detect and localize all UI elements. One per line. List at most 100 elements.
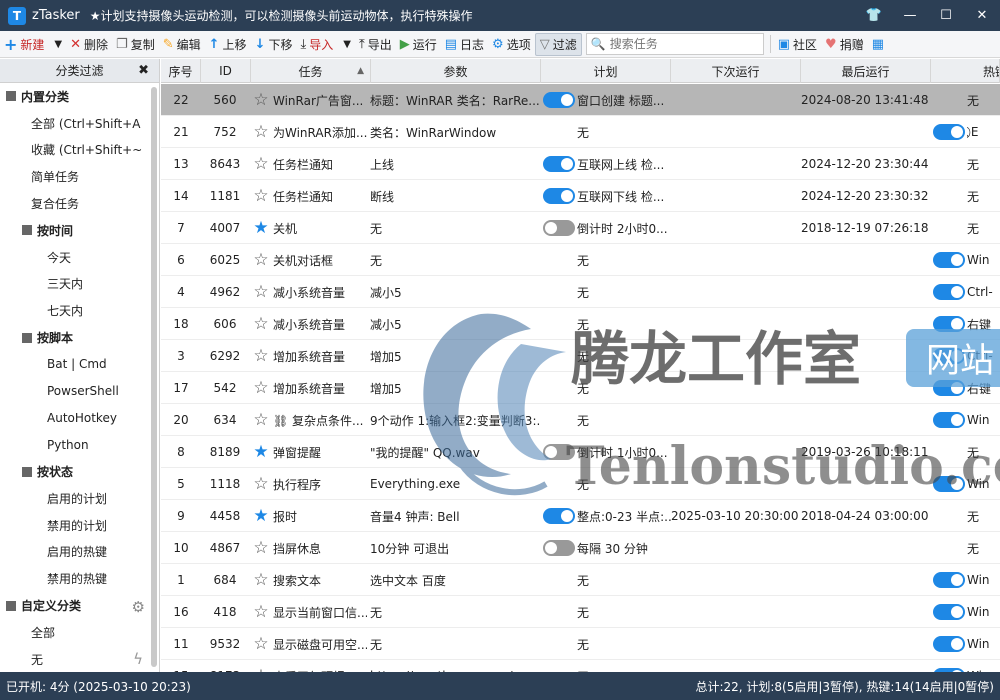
favorite-star-icon[interactable]: ☆ xyxy=(251,180,271,212)
favorite-star-icon[interactable]: ☆ xyxy=(251,308,271,340)
hotkey-toggle-switch[interactable] xyxy=(933,316,965,332)
hotkey-toggle-switch[interactable] xyxy=(933,252,965,268)
favorite-star-icon[interactable]: ☆ xyxy=(251,372,271,404)
hotkey-toggle-switch[interactable] xyxy=(933,476,965,492)
plan-toggle[interactable] xyxy=(541,212,577,244)
sidebar-item[interactable]: 按脚本 xyxy=(0,324,159,351)
table-row[interactable]: 18 606 ☆ 减小系统音量 减小5 无 右键 xyxy=(161,308,1000,340)
gear-icon[interactable]: ⚙ xyxy=(132,598,145,616)
search-input[interactable] xyxy=(609,37,760,51)
sidebar-item[interactable]: 复合任务 xyxy=(0,190,159,217)
favorite-star-icon[interactable]: ☆ xyxy=(251,84,271,116)
community-button[interactable]: ▣ 社区 xyxy=(774,33,821,56)
hotkey-toggle-switch[interactable] xyxy=(933,604,965,620)
hotkey-toggle[interactable] xyxy=(931,340,967,372)
favorite-star-icon[interactable]: ☆ xyxy=(251,564,271,596)
table-row[interactable]: 20 634 ☆ ⛓ 复杂点条件... 9个动作 1:输入框2:变量判断3:... 无 Wi… xyxy=(161,404,1000,436)
sidebar-item[interactable]: 七天内 xyxy=(0,297,159,324)
column-header-param[interactable]: 参数 xyxy=(371,59,541,83)
sidebar-item[interactable]: 简单任务 xyxy=(0,163,159,190)
table-row[interactable]: 22 560 ☆ WinRar广告窗... 标题：WinRAR 类名：RarRe... 窗… xyxy=(161,84,1000,116)
sidebar-item[interactable]: 全部 xyxy=(0,619,159,646)
sidebar-item[interactable]: 按状态 xyxy=(0,458,159,485)
collapse-icon[interactable] xyxy=(22,466,32,477)
move-down-button[interactable]: ↓ 下移 xyxy=(251,33,297,56)
sidebar-item[interactable]: Python xyxy=(0,431,159,458)
favorite-star-icon[interactable]: ☆ xyxy=(251,660,271,672)
sidebar-item[interactable]: 今天 xyxy=(0,244,159,271)
table-row[interactable]: 7 4007 ★ 关机 无 倒计时 2小时0... 2018-12-19 07:26:18 无 xyxy=(161,212,1000,244)
copy-button[interactable]: ❐ 复制 xyxy=(112,33,159,56)
hotkey-toggle-switch[interactable] xyxy=(933,284,965,300)
column-header-hotkey[interactable]: 热键 xyxy=(931,59,1000,83)
hotkey-toggle[interactable] xyxy=(931,372,967,404)
plan-toggle[interactable] xyxy=(541,84,577,116)
sidebar-item[interactable]: 内置分类 xyxy=(0,83,159,110)
hotkey-toggle[interactable] xyxy=(931,244,967,276)
column-header-plan[interactable]: 计划 xyxy=(541,59,671,83)
plan-toggle[interactable] xyxy=(541,500,577,532)
hotkey-toggle[interactable] xyxy=(931,628,967,660)
favorite-star-icon[interactable]: ☆ xyxy=(251,468,271,500)
hotkey-toggle-switch[interactable] xyxy=(933,380,965,396)
chevron-down-icon[interactable]: ▼ xyxy=(54,39,62,50)
new-button[interactable]: + 新建 ▼ xyxy=(0,33,66,56)
hotkey-toggle[interactable] xyxy=(931,468,967,500)
collapse-icon[interactable] xyxy=(6,91,16,102)
move-up-button[interactable]: ↑ 上移 xyxy=(205,33,251,56)
plan-toggle[interactable] xyxy=(541,180,577,212)
delete-button[interactable]: ✕ 删除 xyxy=(66,33,112,56)
plan-toggle[interactable] xyxy=(541,532,577,564)
hotkey-toggle[interactable] xyxy=(931,116,967,148)
edit-button[interactable]: ✎ 编辑 xyxy=(159,33,205,56)
table-row[interactable]: 11 9532 ☆ 显示磁盘可用空... 无无 Win xyxy=(161,628,1000,660)
favorite-star-icon[interactable]: ☆ xyxy=(251,276,271,308)
donate-button[interactable]: ♥ 捐赠 xyxy=(821,33,868,56)
column-header-seq[interactable]: 序号 xyxy=(161,59,201,83)
favorite-star-icon[interactable]: ☆ xyxy=(251,116,271,148)
sidebar-scrollbar[interactable] xyxy=(151,87,157,667)
table-row[interactable]: 14 1181 ☆ 任务栏通知 断线 互联网下线 检... 2024-12-20 23:30… xyxy=(161,180,1000,212)
hotkey-toggle[interactable] xyxy=(931,404,967,436)
sidebar-item[interactable]: 禁用的热键 xyxy=(0,565,159,592)
hotkey-toggle-switch[interactable] xyxy=(933,412,965,428)
table-row[interactable]: 13 8643 ☆ 任务栏通知 上线 互联网上线 检... 2024-12-20 23:30… xyxy=(161,148,1000,180)
table-row[interactable]: 3 6292 ☆ 增加系统音量 增加5 无 Ctrl- xyxy=(161,340,1000,372)
hotkey-toggle-switch[interactable] xyxy=(933,636,965,652)
close-button[interactable]: ✕ xyxy=(964,0,1000,31)
table-row[interactable]: 16 418 ☆ 显示当前窗口信... 无无 Win xyxy=(161,596,1000,628)
hotkey-toggle[interactable] xyxy=(931,596,967,628)
plan-toggle-switch[interactable] xyxy=(543,92,575,108)
collapse-icon[interactable] xyxy=(6,600,16,611)
favorite-star-icon[interactable]: ☆ xyxy=(251,340,271,372)
search-box[interactable]: 🔍 xyxy=(585,33,764,55)
column-header-task[interactable]: 任务 ▲ xyxy=(251,59,371,83)
sidebar-item[interactable]: 全部 (Ctrl+Shift+A xyxy=(0,110,159,137)
plan-toggle-switch[interactable] xyxy=(543,188,575,204)
plan-toggle-switch[interactable] xyxy=(543,156,575,172)
import-button[interactable]: ⤓ 导入 ▼ xyxy=(296,33,354,56)
column-header-next-run[interactable]: 下次运行 xyxy=(671,59,801,83)
sidebar-item[interactable]: AutoHotkey xyxy=(0,405,159,432)
collapse-icon[interactable] xyxy=(22,225,32,236)
favorite-star-icon[interactable]: ☆ xyxy=(251,244,271,276)
table-row[interactable]: 21 752 ☆ 为WinRAR添加... 类名：WinRarWindow 无⃠ E xyxy=(161,116,1000,148)
plan-toggle-switch[interactable] xyxy=(543,220,575,236)
maximize-button[interactable]: ☐ xyxy=(928,0,964,31)
favorite-star-icon[interactable]: ★ xyxy=(251,436,271,468)
hotkey-toggle[interactable] xyxy=(931,308,967,340)
table-row[interactable]: 8 8189 ★ 弹窗提醒 "我的提醒" QQ.wav 倒计时 1小时0... 2019-0… xyxy=(161,436,1000,468)
hotkey-toggle-switch[interactable] xyxy=(933,572,965,588)
options-button[interactable]: ⚙ 选项 xyxy=(488,33,535,56)
plan-toggle-switch[interactable] xyxy=(543,508,575,524)
sidebar-item[interactable]: 收藏 (Ctrl+Shift+~ xyxy=(0,137,159,164)
hotkey-toggle[interactable] xyxy=(931,276,967,308)
run-button[interactable]: ▶ 运行 xyxy=(396,33,441,56)
table-row[interactable]: 6 6025 ☆ 关机对话框 无 无 Win xyxy=(161,244,1000,276)
favorite-star-icon[interactable]: ★ xyxy=(251,500,271,532)
plan-toggle-switch[interactable] xyxy=(543,444,575,460)
favorite-star-icon[interactable]: ☆ xyxy=(251,148,271,180)
plan-toggle[interactable] xyxy=(541,148,577,180)
table-row[interactable]: 17 542 ☆ 增加系统音量 增加5 无 右键 xyxy=(161,372,1000,404)
table-row[interactable]: 4 4962 ☆ 减小系统音量 减小5 无 Ctrl- xyxy=(161,276,1000,308)
